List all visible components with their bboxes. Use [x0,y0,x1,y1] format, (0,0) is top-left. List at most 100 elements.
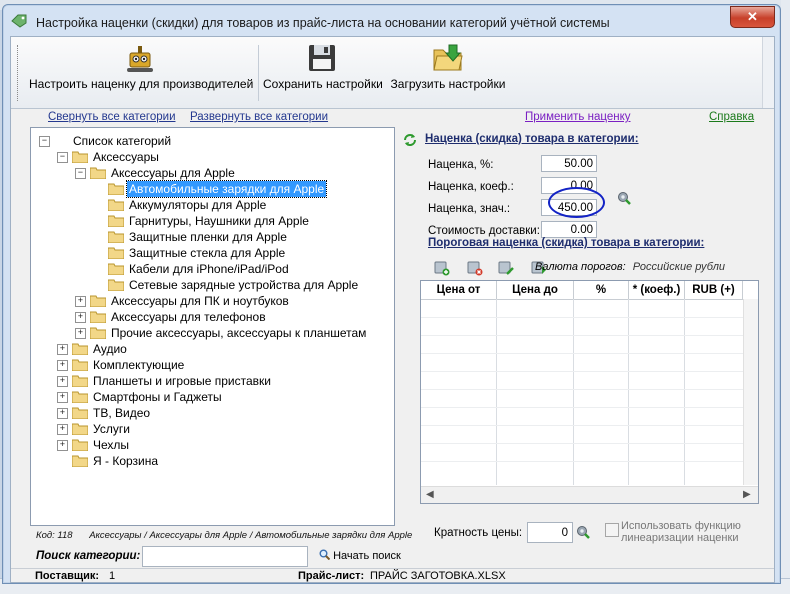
column-header-price-from[interactable]: Цена от [421,281,497,299]
column-header-percent[interactable]: % [574,281,629,299]
expand-toggle[interactable]: + [75,312,86,323]
threshold-grid[interactable]: Цена от Цена до % * (коеф.) RUB (+) ◀ ▶ [420,280,759,504]
markup-percent-input[interactable]: 50.00 [541,155,597,172]
save-settings-label: Сохранить настройки [263,77,383,91]
expand-toggle[interactable]: + [57,440,68,451]
column-header-price-to[interactable]: Цена до [497,281,574,299]
currency-value: Российские рубли [632,261,726,273]
expand-toggle[interactable]: + [57,408,68,419]
tree-item-label: Защитные пленки для Apple [129,230,287,244]
apply-markup-link[interactable]: Применить наценку [525,111,630,123]
refresh-icon[interactable] [403,133,417,147]
folder-icon [72,439,88,451]
tree-item-label: Услуги [93,422,130,436]
tree-root-label: Список категорий [73,134,172,148]
pricelist-label: Прайс-лист: [298,570,365,582]
toolbar-grip[interactable] [17,45,21,101]
price-multiplicity-label: Кратность цены: [434,527,523,539]
grid-row-line [421,335,743,336]
robot-icon [127,46,153,72]
title-bar[interactable]: Настройка наценки (скидки) для товаров и… [3,5,780,35]
folder-icon [72,423,88,435]
folder-icon [108,279,124,291]
delete-row-icon[interactable] [467,260,483,276]
category-tree[interactable]: − Список категорий − Аксессуары − Аксесс… [30,127,395,526]
tree-item-label: Я - Корзина [93,454,159,468]
tree-item-label: Аксессуары для ПК и ноутбуков [111,294,289,308]
collapse-toggle[interactable]: − [57,152,68,163]
toolbar: Настроить наценку для производителей Сох… [11,37,774,109]
folder-icon [108,183,124,195]
markup-value-label: Наценка, знач.: [428,203,511,215]
toolbar-overflow-scroll[interactable] [762,37,774,108]
tree-item-label: Аксессуары [93,150,159,164]
grid-header: Цена от Цена до % * (коеф.) RUB (+) [421,281,758,300]
collapse-toggle[interactable]: − [75,168,86,179]
folder-icon [108,263,124,275]
expand-toggle[interactable]: + [57,360,68,371]
configure-manufacturers-button[interactable]: Настроить наценку для производителей [29,41,254,101]
grid-vertical-scrollbar[interactable] [743,299,758,485]
tree-item-label: Смартфоны и Гаджеты [93,390,222,404]
folder-icon [108,199,124,211]
expand-toggle[interactable]: + [57,424,68,435]
linearize-checkbox[interactable] [605,523,619,537]
expand-all-link[interactable]: Развернуть все категории [190,111,328,123]
configure-manufacturers-label: Настроить наценку для производителей [29,77,254,91]
grid-horizontal-scrollbar[interactable]: ◀ ▶ [421,486,758,503]
toolbar-separator [258,45,259,101]
search-label: Поиск категории: [36,550,141,562]
help-link[interactable]: Справка [709,111,754,123]
price-tag-icon [11,14,27,28]
grid-row-line [421,353,743,354]
add-row-icon[interactable] [434,260,450,276]
floppy-disk-icon [309,45,335,71]
tree-item-label: Аксессуары для телефонов [111,310,266,324]
expand-toggle[interactable]: + [75,328,86,339]
folder-icon [108,247,124,259]
markup-section-title: Наценка (скидка) товара в категории: [425,133,639,145]
edit-row-icon[interactable] [498,260,514,276]
pricelist-value: ПРАЙС ЗАГОТОВКА.XLSX [370,570,506,582]
column-header-coef[interactable]: * (коеф.) [629,281,685,299]
category-breadcrumb: Код: 118 Аксессуары / Аксессуары для App… [36,530,412,541]
expand-toggle[interactable]: + [57,376,68,387]
multiplicity-gear-icon[interactable] [576,525,590,539]
folder-icon [72,391,88,403]
category-search-input[interactable] [142,546,308,567]
grid-row-line [421,389,743,390]
load-settings-button[interactable]: Загрузить настройки [389,41,507,101]
tree-item-label: Аксессуары для Apple [111,166,235,180]
expand-toggle[interactable]: + [75,296,86,307]
tree-item-label: Аудио [93,342,127,356]
tree-item-label: Планшеты и игровые приставки [93,374,271,388]
link-bar: Свернуть все категории Развернуть все ка… [11,109,774,127]
gear-icon[interactable] [617,191,631,205]
supplier-label: Поставщик: [35,570,100,582]
expand-toggle[interactable]: + [57,344,68,355]
price-multiplicity-input[interactable]: 0 [527,522,573,543]
tree-item-label: Комплектующие [93,358,185,372]
tree-item-label: Кабели для iPhone/iPad/iPod [129,262,289,276]
collapse-all-link[interactable]: Свернуть все категории [48,111,176,123]
collapse-toggle[interactable]: − [39,136,50,147]
window-client-area: Настроить наценку для производителей Сох… [10,36,775,583]
delivery-cost-input[interactable]: 0.00 [541,221,597,238]
category-path: Аксессуары / Аксессуары для Apple / Авто… [89,530,413,541]
folder-icon [90,295,106,307]
tree-item-label: Аккумуляторы для Apple [129,198,267,212]
expand-toggle[interactable]: + [57,392,68,403]
close-button[interactable]: ✕ [730,6,775,28]
supplier-value: 1 [109,570,116,582]
start-search-label: Начать поиск [333,550,401,562]
save-settings-button[interactable]: Сохранить настройки [263,41,383,101]
start-search-button[interactable]: Начать поиск [319,549,401,562]
column-header-rub[interactable]: RUB (+) [685,281,743,299]
folder-icon [72,375,88,387]
tree-item-label: Гарнитуры, Наушники для Apple [129,214,309,228]
tree-item-label: Сетевые зарядные устройства для Apple [129,278,359,292]
scroll-left-icon[interactable]: ◀ [426,489,434,500]
tree-item-label: Чехлы [93,438,130,452]
currency-label: Валюта порогов: [535,261,626,273]
scroll-right-icon[interactable]: ▶ [743,489,751,500]
